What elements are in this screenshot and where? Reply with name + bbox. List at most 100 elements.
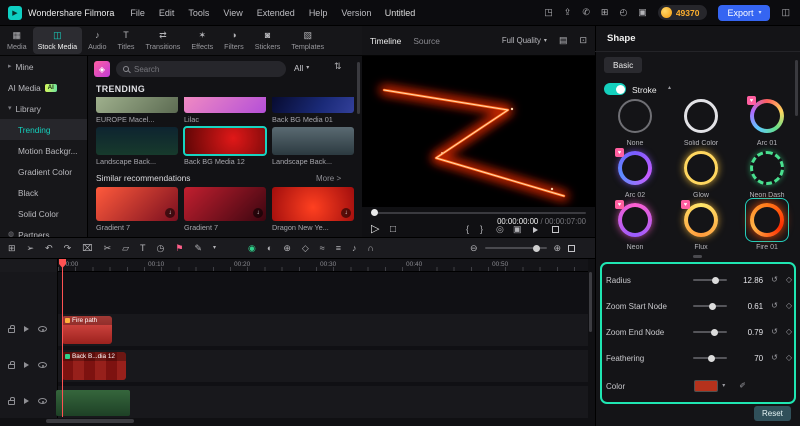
add-resource-icon[interactable]: ⊞ bbox=[601, 8, 609, 17]
delete-icon[interactable]: ⌧ bbox=[82, 243, 92, 253]
media-bin-icon[interactable]: ⊞ bbox=[8, 243, 16, 253]
marker-icon[interactable]: ⚑ bbox=[175, 243, 183, 253]
stroke-preset-neon-dash[interactable] bbox=[745, 146, 789, 190]
draw-icon[interactable]: ✎ bbox=[194, 243, 202, 253]
tab-titles[interactable]: T Titles bbox=[113, 27, 140, 54]
stock-thumb-gradient7-a[interactable]: ↓ bbox=[96, 187, 178, 221]
tab-effects[interactable]: ✶ Effects bbox=[186, 27, 218, 54]
stroke-preset-none[interactable] bbox=[613, 94, 657, 138]
tab-transitions[interactable]: ⇄ Transitions bbox=[140, 27, 185, 54]
tab-stickers[interactable]: ◙ Stickers bbox=[250, 27, 286, 54]
shape-scrollbar[interactable] bbox=[795, 60, 798, 116]
menu-file[interactable]: File bbox=[130, 8, 145, 18]
stroke-preset-fire-01-selected[interactable] bbox=[745, 198, 789, 242]
stock-thumb-europe[interactable] bbox=[96, 97, 178, 113]
menu-tools[interactable]: Tools bbox=[188, 8, 209, 18]
mask-icon[interactable]: ◐ bbox=[267, 243, 272, 253]
render-preview-icon[interactable]: ▣ bbox=[513, 225, 522, 234]
mute-track-icon[interactable] bbox=[24, 362, 29, 368]
undo-icon[interactable]: ↶ bbox=[45, 243, 53, 253]
audio-mixer-icon[interactable]: ≡ bbox=[336, 243, 341, 253]
reset-button[interactable]: Reset bbox=[754, 406, 791, 421]
history-icon[interactable]: ◴ bbox=[619, 8, 627, 17]
reset-param-icon[interactable]: ↺ bbox=[771, 302, 778, 310]
stock-provider-icon[interactable]: ◈ bbox=[94, 61, 110, 77]
stock-thumb-landscape-1[interactable] bbox=[96, 127, 178, 155]
feathering-slider[interactable] bbox=[693, 354, 728, 362]
plugin-icon[interactable]: ◳ bbox=[544, 8, 553, 17]
zoom-slider[interactable] bbox=[484, 244, 547, 252]
mute-icon[interactable] bbox=[533, 227, 538, 233]
chroma-key-icon[interactable]: ◉ bbox=[248, 243, 256, 253]
sidebar-item-motion-backgrounds[interactable]: Motion Backgr... bbox=[0, 140, 87, 161]
speed-icon[interactable]: ◷ bbox=[157, 243, 165, 253]
stroke-preset-flux[interactable]: ♥ bbox=[679, 198, 723, 242]
tab-filters[interactable]: ◑ Filters bbox=[219, 27, 249, 54]
zoom-out-icon[interactable]: ⊖ bbox=[470, 243, 478, 253]
download-icon[interactable]: ↓ bbox=[165, 208, 175, 218]
stock-thumb-lilac[interactable] bbox=[184, 97, 266, 113]
stroke-preset-glow[interactable] bbox=[679, 146, 723, 190]
keyframe-icon[interactable]: ◇ bbox=[786, 302, 792, 310]
preview-canvas[interactable] bbox=[362, 56, 595, 207]
sort-icon[interactable]: ⇅ bbox=[334, 62, 342, 71]
tab-media[interactable]: ▦ Media bbox=[2, 27, 32, 54]
hide-track-icon[interactable] bbox=[38, 398, 47, 404]
collapse-icon[interactable]: ▴ bbox=[668, 85, 671, 91]
snap-icon[interactable]: ∩ bbox=[368, 243, 374, 253]
mark-out-icon[interactable]: } bbox=[480, 225, 483, 234]
sidebar-item-ai-media[interactable]: AI Media AI bbox=[0, 77, 87, 98]
sidebar-item-gradient-color[interactable]: Gradient Color bbox=[0, 161, 87, 182]
clip-back-bg-media-12[interactable]: Back B...dia 12 bbox=[62, 352, 126, 380]
sidebar-item-black[interactable]: Black bbox=[0, 182, 87, 203]
mobile-icon[interactable]: ✆ bbox=[582, 8, 590, 17]
split-icon[interactable]: ✂ bbox=[104, 243, 112, 253]
quality-dropdown[interactable]: Full Quality ▾ bbox=[502, 36, 547, 45]
download-icon[interactable]: ↓ bbox=[341, 208, 351, 218]
param-value[interactable]: 0.61 bbox=[736, 302, 764, 311]
preview-tab-source[interactable]: Source bbox=[413, 36, 440, 46]
stop-button[interactable]: □ bbox=[390, 225, 396, 235]
timeline-hscrollbar[interactable] bbox=[46, 419, 134, 423]
sidebar-item-library[interactable]: ▾ Library bbox=[0, 98, 87, 119]
more-tools-icon[interactable]: ▾ bbox=[213, 245, 216, 251]
motion-tracking-icon[interactable]: ⊕ bbox=[283, 243, 291, 253]
compare-view-icon[interactable]: ⊡ bbox=[579, 36, 587, 45]
grid-view-icon[interactable]: ▤ bbox=[559, 36, 568, 45]
param-value[interactable]: 12.86 bbox=[736, 276, 763, 285]
color-swatch[interactable] bbox=[694, 380, 719, 392]
reset-param-icon[interactable]: ↺ bbox=[771, 328, 778, 336]
tab-templates[interactable]: ▧ Templates bbox=[286, 27, 329, 54]
keyframe-icon[interactable]: ◇ bbox=[786, 354, 792, 362]
select-tool-icon[interactable]: ➢ bbox=[27, 243, 35, 253]
menu-help[interactable]: Help bbox=[309, 8, 328, 18]
stroke-preset-arc-01[interactable]: ♥ bbox=[745, 94, 789, 138]
eyedropper-icon[interactable]: ✐ bbox=[739, 382, 746, 390]
stock-thumb-gradient7-b[interactable]: ↓ bbox=[184, 187, 266, 221]
download-icon[interactable]: ↓ bbox=[253, 208, 263, 218]
media-scrollbar[interactable] bbox=[357, 62, 360, 114]
zoom-in-icon[interactable]: ⊕ bbox=[554, 243, 562, 253]
play-button[interactable]: ▷ bbox=[371, 224, 379, 235]
stroke-preset-neon[interactable]: ♥ bbox=[613, 198, 657, 242]
mute-track-icon[interactable] bbox=[24, 398, 29, 404]
stroke-preset-solid-color[interactable] bbox=[679, 94, 723, 138]
export-button[interactable]: Export ▾ bbox=[718, 4, 771, 21]
screen-record-icon[interactable]: ▣ bbox=[638, 8, 647, 17]
voiceover-icon[interactable]: ♪ bbox=[352, 243, 357, 253]
snapshot-icon[interactable]: ◎ bbox=[496, 225, 504, 234]
keyframe-icon[interactable]: ◇ bbox=[786, 276, 792, 284]
tab-stock-media[interactable]: ◫ Stock Media bbox=[32, 27, 83, 54]
reset-param-icon[interactable]: ↺ bbox=[771, 354, 778, 362]
menu-extended[interactable]: Extended bbox=[257, 8, 295, 18]
stock-thumb-landscape-2[interactable] bbox=[272, 127, 354, 155]
clip-audio[interactable] bbox=[56, 390, 130, 416]
search-box[interactable] bbox=[116, 61, 286, 77]
playhead[interactable] bbox=[62, 259, 63, 417]
preview-tab-timeline[interactable]: Timeline bbox=[370, 36, 401, 46]
crop-icon[interactable]: ▱ bbox=[122, 243, 129, 253]
reset-param-icon[interactable]: ↺ bbox=[771, 276, 778, 284]
stock-thumb-back-bg-12-selected[interactable] bbox=[183, 126, 267, 156]
fullscreen-icon[interactable] bbox=[552, 226, 559, 233]
preview-seek-knob[interactable] bbox=[371, 209, 378, 216]
